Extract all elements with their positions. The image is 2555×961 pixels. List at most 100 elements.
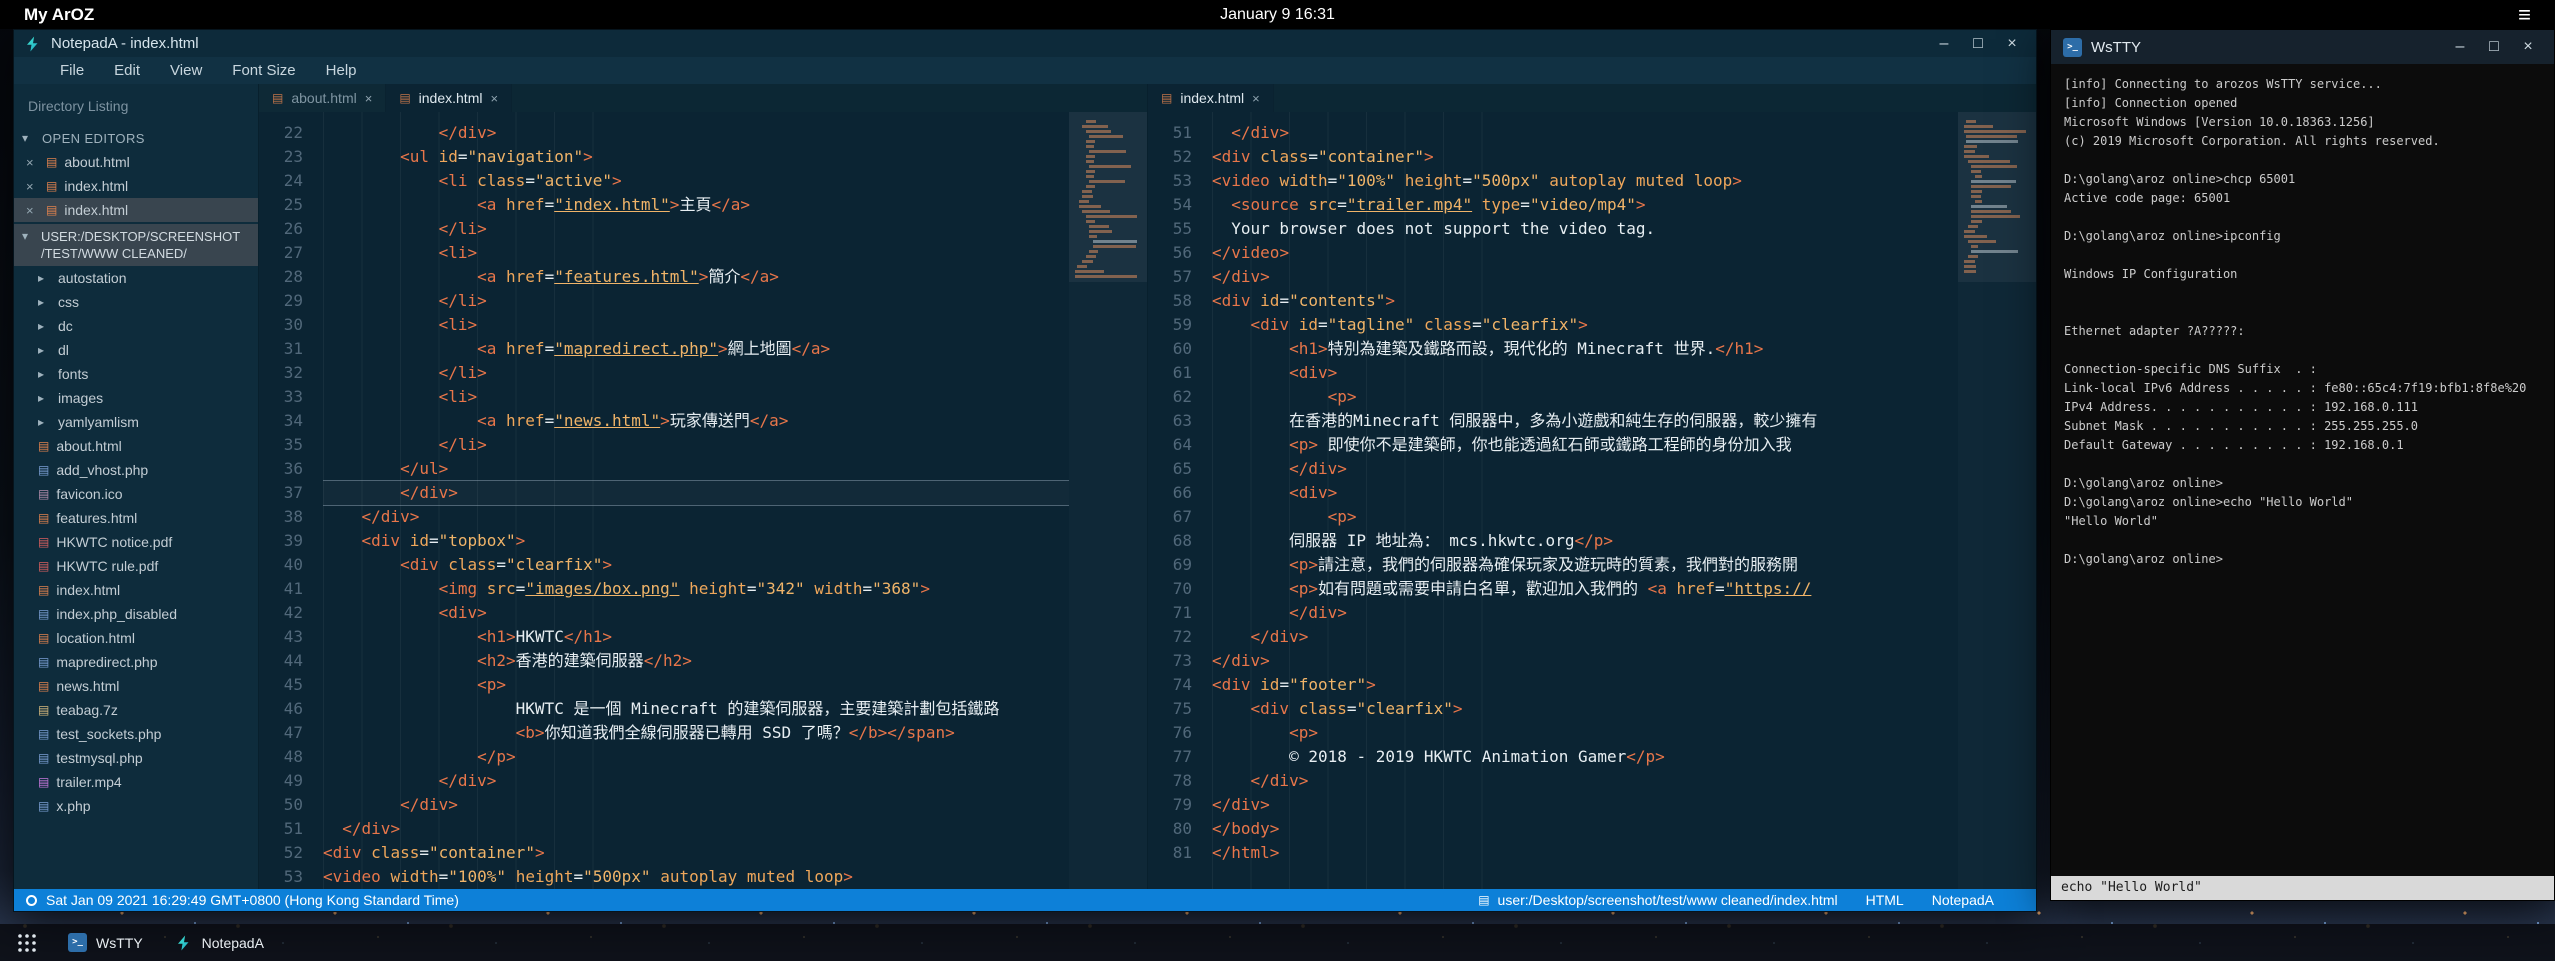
chevron-right-icon: ▸ — [38, 319, 51, 333]
code-line: <ul id="navigation"> — [323, 145, 1069, 169]
open-editor-item[interactable]: ×▤index.html — [14, 198, 258, 222]
file-item[interactable]: ▤ HKWTC rule.pdf — [14, 554, 258, 578]
open-editor-name: about.html — [64, 154, 129, 170]
file-item[interactable]: ▤test_sockets.php — [14, 722, 258, 746]
terminal-output[interactable]: [info] Connecting to arozos WsTTY servic… — [2051, 64, 2554, 876]
editor-tab[interactable]: ▤about.html× — [259, 84, 386, 112]
editor-tab[interactable]: ▤index.html× — [386, 84, 512, 112]
close-button[interactable]: × — [2514, 38, 2542, 56]
code-line: <a href="index.html">主頁</a> — [323, 193, 1069, 217]
system-topbar: My ArOZ January 9 16:31 ≡ — [0, 0, 2555, 29]
file-item[interactable]: ▤mapredirect.php — [14, 650, 258, 674]
minimize-button[interactable]: – — [2446, 38, 2474, 56]
minimap[interactable] — [1069, 112, 1147, 889]
close-tab-icon[interactable]: × — [1252, 91, 1260, 106]
code-line: <p>請注意，我們的伺服器為確保玩家及遊玩時的質素，我們對的服務開 — [1212, 553, 1958, 577]
close-tab-icon[interactable]: × — [365, 91, 373, 106]
taskbar-app-wstty[interactable]: >_WsTTY — [52, 924, 159, 961]
minimize-button[interactable]: – — [1930, 35, 1958, 53]
file-icon: ▤ — [38, 464, 49, 476]
menu-item-help[interactable]: Help — [312, 59, 371, 82]
code-line: </div> — [1212, 265, 1958, 289]
open-editor-item[interactable]: ×▤index.html — [14, 174, 258, 198]
close-tab-icon[interactable]: × — [490, 91, 498, 106]
menu-item-file[interactable]: File — [46, 59, 98, 82]
code-line: <source src="trailer.mp4" type="video/mp… — [1212, 193, 1958, 217]
notepad-main: Directory Listing ▾ OPEN EDITORS ×▤about… — [14, 84, 2036, 889]
file-item[interactable]: ▤favicon.ico — [14, 482, 258, 506]
line-number: 76 — [1148, 721, 1192, 745]
close-file-icon[interactable]: × — [26, 179, 39, 194]
workspace-root[interactable]: ▾ USER:/DESKTOP/SCREENSHOT /TEST/WWW CLE… — [14, 224, 258, 266]
wstty-window: >_ WsTTY – □ × [info] Connecting to aroz… — [2050, 29, 2555, 901]
terminal-line: Active code page: 65001 — [2064, 189, 2541, 208]
code-line: </li> — [323, 289, 1069, 313]
code-editor[interactable]: </div> <ul id="navigation"> <li class="a… — [323, 112, 1069, 889]
app-launcher-button[interactable] — [6, 924, 48, 961]
wstty-titlebar[interactable]: >_ WsTTY – □ × — [2051, 30, 2554, 64]
file-item[interactable]: ▤index.php_disabled — [14, 602, 258, 626]
line-number: 28 — [259, 265, 303, 289]
code-line: © 2018 - 2019 HKWTC Animation Gamer</p> — [1212, 745, 1958, 769]
open-editor-name: index.html — [64, 202, 128, 218]
file-name: HKWTC rule.pdf — [56, 558, 158, 574]
folder-item[interactable]: ▸dl — [14, 338, 258, 362]
code-line: <h1>特別為建築及鐵路而設，現代化的 Minecraft 世界.</h1> — [1212, 337, 1958, 361]
minimap[interactable] — [1958, 112, 2036, 889]
code-line: </div> — [1212, 625, 1958, 649]
taskbar-app-notepada[interactable]: NotepadA — [159, 924, 280, 961]
folder-item[interactable]: ▸autostation — [14, 266, 258, 290]
file-icon: ▤ — [38, 776, 49, 788]
menu-item-edit[interactable]: Edit — [100, 59, 154, 82]
hamburger-menu-icon[interactable]: ≡ — [2518, 4, 2531, 26]
status-path[interactable]: user:/Desktop/screenshot/test/www cleane… — [1498, 892, 1838, 908]
file-item[interactable]: ▤trailer.mp4 — [14, 770, 258, 794]
code-line: </ul> — [323, 457, 1069, 481]
file-item[interactable]: ▤x.php — [14, 794, 258, 818]
file-item[interactable]: ▤features.html — [14, 506, 258, 530]
file-item[interactable]: ▤testmysql.php — [14, 746, 258, 770]
maximize-button[interactable]: □ — [1964, 35, 1992, 53]
file-item[interactable]: ▤teabag.7z — [14, 698, 258, 722]
line-number: 70 — [1148, 577, 1192, 601]
menu-item-view[interactable]: View — [156, 59, 216, 82]
file-icon: ▤ — [38, 488, 49, 500]
code-editor[interactable]: </div><div class="container"><video widt… — [1212, 112, 1958, 889]
file-name: x.php — [56, 798, 90, 814]
close-button[interactable]: × — [1998, 35, 2026, 53]
folder-item[interactable]: ▸yamlyamlism — [14, 410, 258, 434]
file-item[interactable]: ▤HKWTC notice.pdf — [14, 530, 258, 554]
folder-item[interactable]: ▸fonts — [14, 362, 258, 386]
open-editors-section[interactable]: ▾ OPEN EDITORS — [14, 126, 258, 150]
folder-item[interactable]: ▸dc — [14, 314, 258, 338]
file-name: HKWTC notice.pdf — [56, 534, 172, 550]
notepada-titlebar[interactable]: NotepadA - index.html – □ × — [14, 30, 2036, 57]
terminal-line: D:\golang\aroz online>echo "Hello World" — [2064, 493, 2541, 512]
file-item[interactable]: ▤news.html — [14, 674, 258, 698]
file-item[interactable]: ▤add_vhost.php — [14, 458, 258, 482]
code-line: <div id="footer"> — [1212, 673, 1958, 697]
file-item[interactable]: ▤location.html — [14, 626, 258, 650]
terminal-line: D:\golang\aroz online>ipconfig — [2064, 227, 2541, 246]
close-file-icon[interactable]: × — [26, 155, 39, 170]
file-item[interactable]: ▤about.html — [14, 434, 258, 458]
file-name: features.html — [56, 510, 137, 526]
terminal-input[interactable]: echo "Hello World" — [2051, 876, 2554, 900]
close-file-icon[interactable]: × — [26, 203, 39, 218]
folder-item[interactable]: ▸css — [14, 290, 258, 314]
open-editor-item[interactable]: ×▤about.html — [14, 150, 258, 174]
menu-item-font-size[interactable]: Font Size — [218, 59, 309, 82]
line-number: 53 — [1148, 169, 1192, 193]
code-line: <div class="container"> — [1212, 145, 1958, 169]
maximize-button[interactable]: □ — [2480, 38, 2508, 56]
code-line: </div> — [323, 817, 1069, 841]
editor-tab[interactable]: ▤index.html× — [1148, 84, 1274, 112]
code-line: <div class="clearfix"> — [323, 553, 1069, 577]
folder-item[interactable]: ▸images — [14, 386, 258, 410]
file-icon: ▤ — [38, 560, 49, 572]
system-clock: January 9 16:31 — [1220, 6, 1335, 24]
code-line: <p> — [323, 673, 1069, 697]
line-numbers: 5152535455565758596061626364656667686970… — [1148, 112, 1212, 889]
status-language[interactable]: HTML — [1866, 892, 1904, 908]
file-item[interactable]: ▤index.html — [14, 578, 258, 602]
